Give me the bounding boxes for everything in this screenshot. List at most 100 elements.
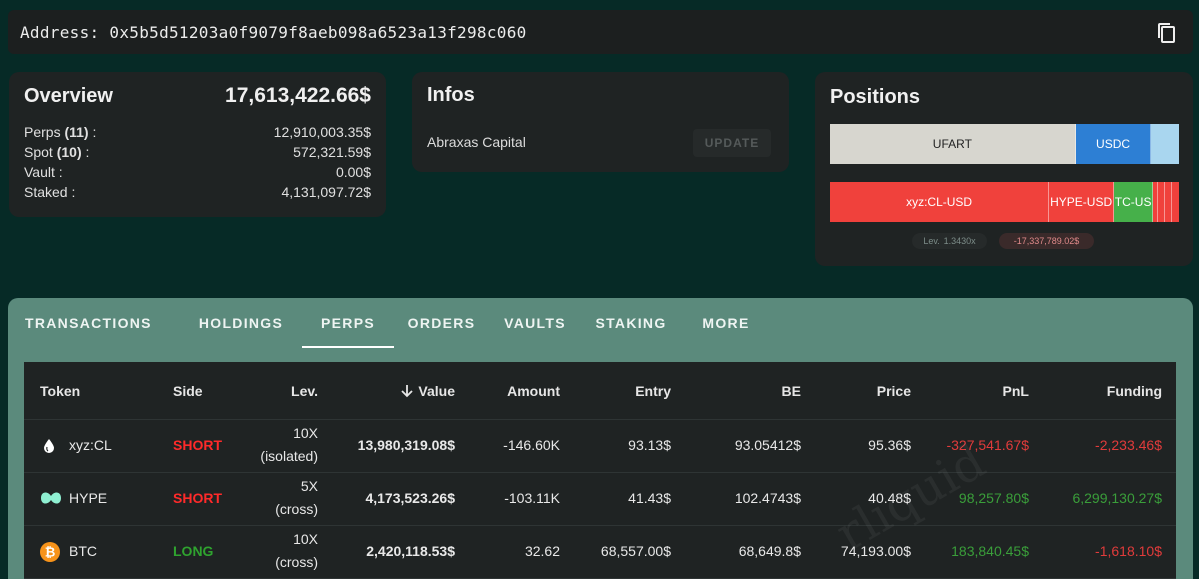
side-badge: SHORT xyxy=(173,437,222,453)
funding-value: 6,299,130.27$ xyxy=(1072,490,1162,506)
allocation-segment[interactable]: TC-US xyxy=(1114,182,1154,222)
overview-row-value: 4,131,097.72$ xyxy=(281,184,371,200)
copy-icon[interactable] xyxy=(1155,21,1177,45)
allocation-segment[interactable] xyxy=(1165,182,1172,222)
token-name: BTC xyxy=(69,543,97,559)
table-row[interactable]: HYPE SHORT 5X (cross) 4,173,523.26$ -103.11K 4… xyxy=(24,473,1176,526)
pnl-value: -17,337,789.02$ xyxy=(1013,236,1080,246)
entry-price: 68,557.00$ xyxy=(600,543,671,559)
address-bar: Address: 0x5b5d51203a0f9079f8aeb098a6523… xyxy=(8,10,1193,54)
table-header-row: Token Side Lev. Value Amount Entry BE Pr… xyxy=(24,362,1176,420)
infos-name: Abraxas Capital xyxy=(427,134,526,150)
pnl-value: -327,541.67$ xyxy=(946,437,1029,453)
svg-text:₿: ₿ xyxy=(45,546,56,561)
margin-mode: (cross) xyxy=(275,501,318,517)
header-pnl[interactable]: PnL xyxy=(1003,383,1029,399)
header-side[interactable]: Side xyxy=(173,383,203,399)
tab-transactions[interactable]: TRANSACTIONS xyxy=(25,298,180,348)
tab-holdings[interactable]: HOLDINGS xyxy=(180,298,302,348)
header-entry[interactable]: Entry xyxy=(635,383,671,399)
overview-row-label: Perps (11) : xyxy=(24,124,97,140)
allocation-segment[interactable]: USDC xyxy=(1075,124,1152,164)
overview-row: Vault : 0.00$ xyxy=(24,162,371,182)
hyperliquid-icon xyxy=(40,490,62,509)
update-button[interactable]: UPDATE xyxy=(693,129,771,157)
leverage-value: 1.3430x xyxy=(943,236,976,246)
side-badge: SHORT xyxy=(173,490,222,506)
header-value-group[interactable]: Value xyxy=(400,383,455,399)
overview-row-value: 572,321.59$ xyxy=(293,144,371,160)
token-name: HYPE xyxy=(69,490,108,506)
header-lev[interactable]: Lev. xyxy=(291,383,318,399)
allocation-segment[interactable] xyxy=(1158,182,1165,222)
positions-title: Positions xyxy=(830,86,921,108)
header-amount[interactable]: Amount xyxy=(507,383,560,399)
overview-row-value: 0.00$ xyxy=(335,164,371,180)
infos-card: Infos Abraxas Capital UPDATE xyxy=(412,72,789,172)
overview-row-label: Staked : xyxy=(24,184,76,200)
allocation-segment[interactable]: UFART xyxy=(830,124,1076,164)
tab-bar: TRANSACTIONS HOLDINGS PERPS ORDERS VAULTS STA… xyxy=(8,298,1193,348)
breakeven-price: 93.05412$ xyxy=(734,437,801,453)
overview-row-label: Vault : xyxy=(24,164,63,180)
table-row[interactable]: xyz:CL SHORT 10X (isolated) 13,980,319.08$ -1… xyxy=(24,420,1176,473)
infos-title: Infos xyxy=(427,84,475,106)
amount: -146.60K xyxy=(503,437,560,453)
tab-perps[interactable]: PERPS xyxy=(302,298,394,348)
entry-price: 93.13$ xyxy=(628,437,671,453)
header-price[interactable]: Price xyxy=(877,383,911,399)
overview-row: Perps (11) : 12,910,003.35$ xyxy=(24,122,371,142)
leverage-label: Lev. xyxy=(923,236,940,246)
header-token[interactable]: Token xyxy=(40,383,80,399)
tab-vaults[interactable]: VAULTS xyxy=(489,298,581,348)
tab-staking[interactable]: STAKING xyxy=(581,298,681,348)
address-value: 0x5b5d51203a0f9079f8aeb098a6523a13f298c0… xyxy=(109,22,527,42)
entry-price: 41.43$ xyxy=(628,490,671,506)
allocation-segment[interactable] xyxy=(1151,124,1179,164)
position-value: 4,173,523.26$ xyxy=(365,490,455,506)
margin-mode: (cross) xyxy=(275,554,318,570)
overview-row-value: 12,910,003.35$ xyxy=(273,124,371,140)
leverage: 10X xyxy=(293,425,318,441)
address-label: Address: xyxy=(20,22,100,42)
tab-more[interactable]: MORE xyxy=(681,298,771,348)
bitcoin-icon: ₿ xyxy=(40,542,60,565)
tab-orders[interactable]: ORDERS xyxy=(394,298,489,348)
position-value: 2,420,118.53$ xyxy=(366,543,455,559)
amount: -103.11K xyxy=(504,490,560,506)
positions-card: Positions UFART USDC xyz:CL-USD HYPE-USD TC… xyxy=(815,72,1193,266)
breakeven-price: 102.4743$ xyxy=(734,490,801,506)
overview-row: Staked : 4,131,097.72$ xyxy=(24,182,371,202)
header-value: Value xyxy=(418,382,455,399)
position-value: 13,980,319.08$ xyxy=(357,437,455,453)
token-name: xyz:CL xyxy=(69,437,112,453)
leverage-pill: Lev. 1.3430x xyxy=(912,233,987,249)
sort-arrow-down-icon xyxy=(401,384,414,397)
leverage: 10X xyxy=(293,531,318,547)
allocation-segment[interactable]: HYPE-USD xyxy=(1049,182,1115,222)
funding-value: -1,618.10$ xyxy=(1095,543,1162,559)
pnl-value: 183,840.45$ xyxy=(951,543,1029,559)
drop-icon xyxy=(40,437,58,458)
overview-row-label: Spot (10) : xyxy=(24,144,90,160)
perps-table: Token Side Lev. Value Amount Entry BE Pr… xyxy=(24,362,1176,579)
mark-price: 74,193.00$ xyxy=(840,543,911,559)
table-row[interactable]: ₿ BTC LONG 10X (cross) 2,420,118.53$ 32.62 68,5… xyxy=(24,526,1176,579)
overview-row: Spot (10) : 572,321.59$ xyxy=(24,142,371,162)
pnl-value: 98,257.80$ xyxy=(958,490,1029,506)
perp-allocation-bar: xyz:CL-USD HYPE-USD TC-US xyxy=(830,182,1179,222)
overview-total: 17,613,422.66$ xyxy=(225,84,371,107)
overview-rows: Perps (11) : 12,910,003.35$ Spot (10) : 572… xyxy=(24,122,371,202)
spot-allocation-bar: UFART USDC xyxy=(830,124,1179,164)
allocation-segment[interactable] xyxy=(1171,182,1179,222)
header-funding[interactable]: Funding xyxy=(1107,383,1162,399)
overview-title: Overview xyxy=(24,85,113,107)
mark-price: 95.36$ xyxy=(868,437,911,453)
address-text: Address: 0x5b5d51203a0f9079f8aeb098a6523… xyxy=(20,23,527,42)
overview-card: Overview 17,613,422.66$ Perps (11) : 12,9… xyxy=(9,72,386,217)
allocation-segment[interactable]: xyz:CL-USD xyxy=(830,182,1050,222)
funding-value: -2,233.46$ xyxy=(1095,437,1162,453)
header-be[interactable]: BE xyxy=(782,383,801,399)
breakeven-price: 68,649.8$ xyxy=(738,543,801,559)
leverage: 5X xyxy=(300,478,318,494)
